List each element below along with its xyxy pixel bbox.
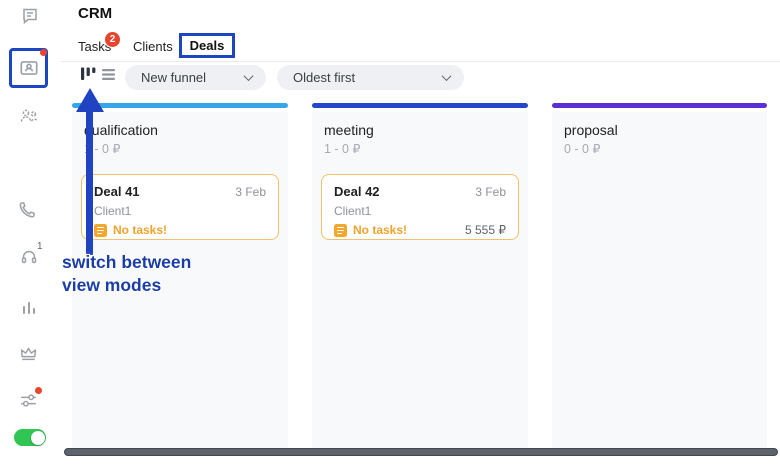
deal-client: Client1 [94,204,266,218]
tasks-count-badge: 2 [104,31,121,48]
sidebar: 1 [0,0,60,465]
funnel-select-value: New funnel [141,70,235,85]
contact-card-annotation-box [9,48,48,88]
annotation-text: switch between view modes [62,251,191,297]
deal-date: 3 Feb [475,185,506,199]
support-badge: 1 [37,241,43,252]
toggle-knob [31,431,45,445]
column-color-bar [72,103,288,108]
deal-title: Deal 41 [94,184,140,199]
notification-dot [35,387,42,394]
kanban-column-proposal: proposal 0 - 0 ₽ [552,112,767,449]
column-title: proposal [564,122,618,138]
filters-icon[interactable] [16,388,40,412]
task-note-icon [334,224,347,237]
funnel-select[interactable]: New funnel [125,65,266,90]
notification-dot [40,49,47,56]
horizontal-scrollbar[interactable] [64,448,778,456]
chevron-down-icon [442,71,452,81]
task-status: No tasks! [113,223,167,237]
tab-deals-label: Deals [190,38,225,53]
list-view-icon[interactable] [101,67,119,85]
column-color-bar [312,103,528,108]
column-title: meeting [324,122,374,138]
kanban-column-meeting: meeting 1 - 0 ₽ Deal 42 3 Feb Client1 No… [312,112,528,449]
annotation-arrow-stem [86,110,93,255]
page-title: CRM [78,5,112,22]
task-status: No tasks! [353,223,407,237]
sort-select-value: Oldest first [293,70,433,85]
annotation-line2: view modes [62,274,191,297]
deal-date: 3 Feb [235,185,266,199]
deal-card[interactable]: Deal 41 3 Feb Client1 No tasks! [81,174,279,240]
annotation-arrow-head [76,88,104,112]
sort-select[interactable]: Oldest first [277,65,464,90]
stats-icon[interactable] [17,296,41,320]
contact-card-icon[interactable] [17,56,41,80]
deal-client: Client1 [334,204,506,218]
tab-deals[interactable]: Deals [179,33,235,58]
annotation-line1: switch between [62,251,191,274]
kanban-view-icon[interactable] [80,66,98,84]
column-summary: 1 - 0 ₽ [324,141,360,156]
deal-amount: 5 555 ₽ [465,223,506,237]
column-color-bar [552,103,767,108]
tabs-divider [60,61,780,62]
task-note-icon [94,224,107,237]
chevron-down-icon [244,71,254,81]
deal-card[interactable]: Deal 42 3 Feb Client1 No tasks! 5 555 ₽ [321,174,519,240]
team-icon[interactable] [17,104,41,128]
premium-crown-icon[interactable] [16,341,40,365]
column-title: qualification [84,122,158,138]
phone-icon[interactable] [15,198,39,222]
column-summary: 0 - 0 ₽ [564,141,600,156]
tab-clients[interactable]: Clients [133,39,173,54]
online-toggle[interactable] [14,429,46,446]
chat-icon[interactable] [18,4,42,28]
deal-title: Deal 42 [334,184,380,199]
